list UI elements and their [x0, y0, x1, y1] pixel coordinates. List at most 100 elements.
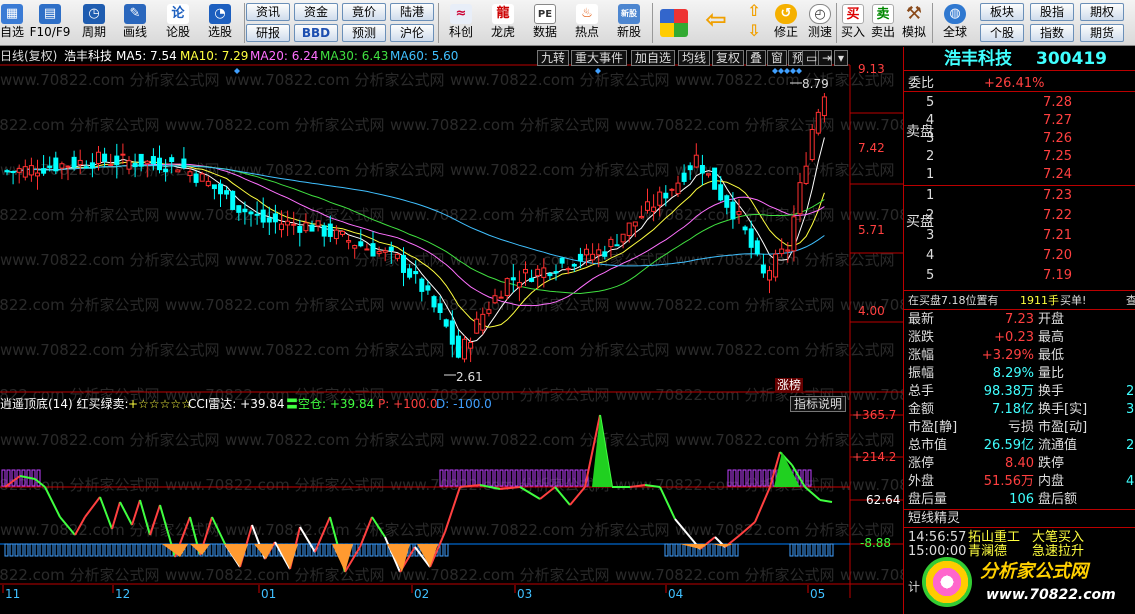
chart-btn-6[interactable]: 窗	[767, 50, 788, 66]
news-button[interactable]: 资讯	[246, 3, 290, 21]
funds-button[interactable]: 资金	[294, 3, 338, 21]
draw-line-button[interactable]: ✎ 画线	[116, 2, 154, 44]
candle-body	[230, 190, 236, 210]
ind-bottom-bar	[669, 543, 674, 557]
hk-connect-button[interactable]: 陆港	[390, 3, 434, 21]
ind-bottom-bar	[124, 543, 129, 557]
speed-test-button[interactable]: ◴ 测速	[804, 2, 836, 44]
x-tick-label: 11	[5, 587, 20, 601]
ind-bottom-bar	[44, 543, 49, 557]
bid-row-1: 1 7.23	[926, 188, 1072, 203]
candle-body	[791, 216, 797, 252]
chart-btn-3[interactable]: 均线	[678, 50, 711, 66]
restore-icon[interactable]: ▭	[802, 50, 817, 66]
quote-header: 浩丰科技 300419	[904, 47, 1135, 71]
hammer-icon: ⚒	[905, 3, 923, 24]
candle-body	[748, 228, 754, 248]
chart-btn-2[interactable]: 加自选	[631, 50, 676, 66]
period-button[interactable]: ◷ 周期	[76, 2, 112, 44]
ma30-label: MA30: 6.43	[320, 49, 389, 63]
candle-body	[309, 224, 315, 232]
candle-body	[468, 341, 474, 349]
chart-btn-0[interactable]: 九转	[537, 50, 570, 66]
tail-label: 计	[908, 580, 921, 594]
options-button[interactable]: 期权	[1080, 3, 1124, 21]
stock-picker-button[interactable]: ◔ 选股	[200, 2, 240, 44]
candle-body	[712, 167, 718, 190]
candle-body	[28, 165, 34, 176]
x-tick-label: 12	[115, 587, 130, 601]
ind-bottom-bar	[4, 543, 9, 557]
candle-body	[626, 222, 632, 237]
zhangbang-tag[interactable]: 涨榜	[775, 378, 804, 392]
ind-bottom-bar	[24, 543, 29, 557]
back-button[interactable]: ⇦	[700, 2, 732, 44]
toolbar-divider	[836, 3, 837, 43]
bid-row-5: 5 7.19	[926, 268, 1072, 283]
chart-btn-4[interactable]: 复权	[712, 50, 745, 66]
candle-body	[138, 153, 144, 167]
dropdown-icon[interactable]: ▾	[834, 50, 848, 66]
layout-button[interactable]	[658, 2, 690, 44]
candle-body	[358, 241, 364, 247]
ind-tick-1: +214.2	[852, 450, 897, 464]
candle-body	[425, 285, 431, 291]
ind-bottom-bar	[789, 543, 794, 557]
candle-body	[614, 244, 620, 247]
candle-body	[224, 190, 230, 195]
sector-button[interactable]: 板块	[980, 3, 1024, 21]
bbd-button[interactable]: BBD	[294, 24, 338, 42]
chart-btn-5[interactable]: 叠	[746, 50, 767, 66]
candle-body	[492, 295, 498, 304]
pencil-icon: ✎	[124, 4, 146, 24]
research-button[interactable]: 研报	[246, 24, 290, 42]
forum-button[interactable]: 论论股	[160, 2, 196, 44]
dragon-tiger-button[interactable]: 龍龙虎	[484, 2, 522, 44]
futures-button[interactable]: 期货	[1080, 24, 1124, 42]
individual-stock-button[interactable]: 个股	[980, 24, 1024, 42]
sell-button[interactable]: 卖卖出	[870, 2, 896, 44]
quote-row-5: 金额 7.18亿 换手[实] 3	[908, 402, 1135, 417]
new-stock-button[interactable]: 新股 新股	[610, 2, 648, 44]
ma20-label: MA20: 6.24	[250, 49, 319, 63]
watermark-text: www.70822.com 分析家公式网	[0, 341, 220, 359]
zixuan-button[interactable]: ▦ 自选	[0, 2, 24, 44]
ind-bottom-bar	[374, 543, 379, 557]
watermark-text: www.70822.com 分析家公式网	[675, 431, 895, 449]
data-button[interactable]: PE 数据	[526, 2, 564, 44]
global-button[interactable]: ◍ 全球	[938, 2, 972, 44]
watermark-text: www.70822.com 分析家公式网	[225, 71, 445, 89]
candle-body	[455, 335, 461, 358]
big-order-row: 在买盘7.18位置有 1911手 买单! 查	[908, 294, 1135, 307]
watermark-text: www.70822.com 分析家公式网	[0, 116, 160, 134]
candle-body	[809, 129, 815, 161]
auction-button[interactable]: 竟价	[342, 3, 386, 21]
color-blocks-icon	[660, 9, 688, 37]
candle-body	[266, 217, 272, 223]
candle-body	[291, 223, 297, 226]
candle-body	[41, 168, 47, 174]
shanghai-london-button[interactable]: 沪伦	[390, 24, 434, 42]
index-futures-button[interactable]: 股指	[1030, 3, 1074, 21]
indicator-help-button[interactable]: 指标说明	[790, 396, 847, 412]
buy-button[interactable]: 买买入	[840, 2, 866, 44]
star-market-button[interactable]: ≈ 科创	[442, 2, 480, 44]
revise-button[interactable]: ↺ 修正	[770, 2, 802, 44]
simulate-button[interactable]: ⚒ 模拟	[900, 2, 928, 44]
candle-body	[193, 173, 199, 183]
arrow-right-bar-icon[interactable]: ⇥	[818, 50, 832, 66]
candle-body	[4, 170, 10, 173]
candle-body	[754, 240, 760, 255]
ind-bottom-bar	[209, 543, 214, 557]
candle-body	[254, 213, 260, 216]
updown-button[interactable]: ⇧ ⇩	[742, 2, 766, 44]
arrow-down-icon: ⇩	[747, 21, 761, 40]
forecast-button[interactable]: 预测	[342, 24, 386, 42]
ind-bottom-bar	[144, 543, 149, 557]
f10-button[interactable]: ▤ F10/F9	[28, 2, 72, 44]
hot-button[interactable]: ♨ 热点	[568, 2, 606, 44]
candle-body	[541, 267, 547, 278]
ind-bottom-bar	[729, 543, 734, 557]
index-button[interactable]: 指数	[1030, 24, 1074, 42]
chart-btn-1[interactable]: 重大事件	[571, 50, 628, 66]
